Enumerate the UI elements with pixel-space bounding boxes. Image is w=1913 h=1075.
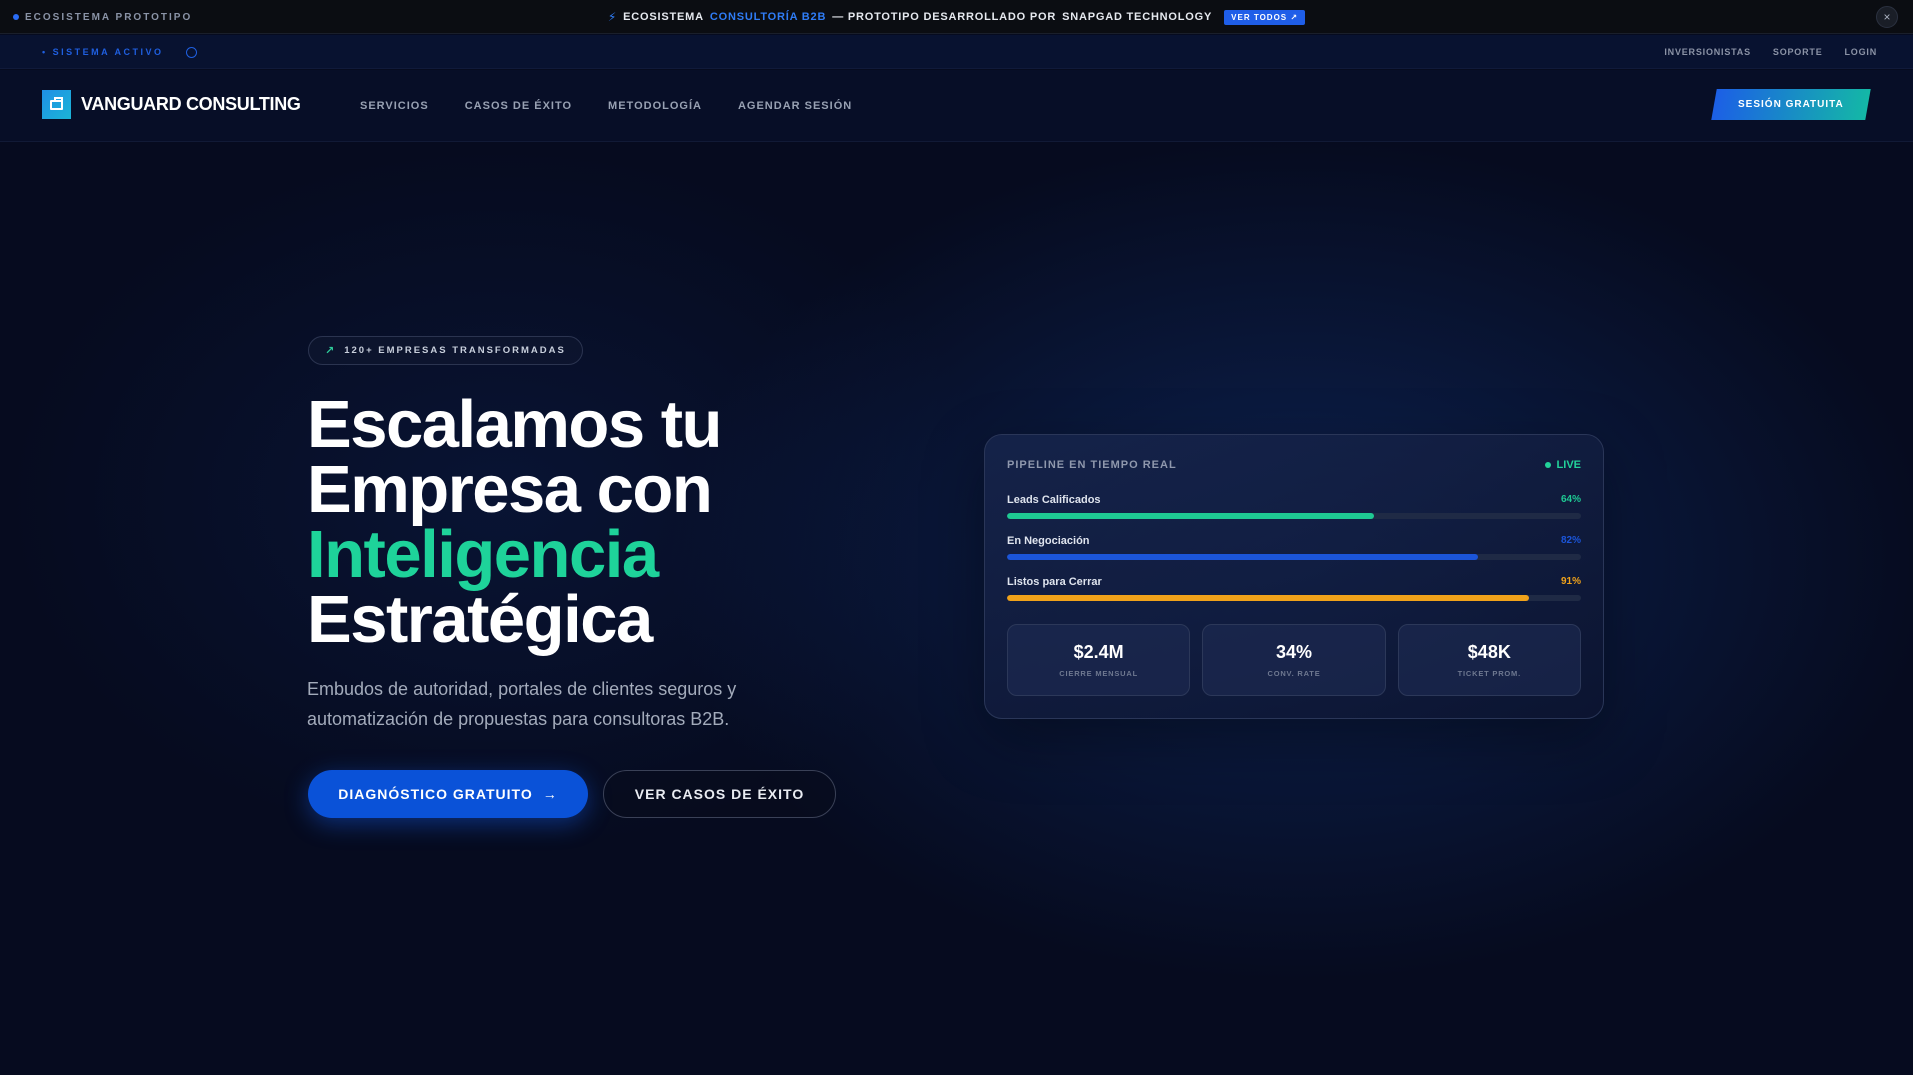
- utility-bar: • SISTEMA ACTIVO INVERSIONISTAS SOPORTE …: [0, 35, 1913, 69]
- announcement-prefix: ECOSISTEMA: [623, 11, 704, 23]
- nav-item-methodology[interactable]: METODOLOGÍA: [608, 100, 702, 112]
- metric-leads: Leads Calificados 64%: [1007, 494, 1581, 524]
- nav-links: SERVICIOS CASOS DE ÉXITO METODOLOGÍA AGE…: [360, 70, 852, 142]
- metric-negotiation: En Negociación 82%: [1007, 535, 1581, 565]
- stat-label: CIERRE MENSUAL: [1059, 669, 1139, 678]
- progress-fill: [1007, 554, 1478, 560]
- briefcase-icon: [42, 90, 71, 119]
- free-diagnostic-button[interactable]: DIAGNÓSTICO GRATUITO →: [308, 770, 588, 818]
- link-support[interactable]: SOPORTE: [1773, 47, 1823, 57]
- stat-value: $2.4M: [1073, 642, 1124, 662]
- landing-page: ECOSISTEMA PROTOTIPO ⚡ ECOSISTEMA CONSUL…: [0, 0, 1913, 1075]
- companies-badge-text: 120+ EMPRESAS TRANSFORMADAS: [344, 345, 566, 356]
- metric-ready-to-close: Listos para Cerrar 91%: [1007, 576, 1581, 606]
- stat-label: CONV. RATE: [1267, 669, 1321, 678]
- progress-track: [1007, 513, 1581, 519]
- metric-label: Listos para Cerrar: [1007, 576, 1102, 588]
- free-session-label: SESIÓN GRATUITA: [1738, 99, 1844, 110]
- companies-badge: ↗ 120+ EMPRESAS TRANSFORMADAS: [308, 336, 583, 365]
- view-all-button[interactable]: VER TODOS ↗: [1224, 9, 1306, 25]
- stat-average-ticket: $48K TICKET PROM.: [1397, 624, 1581, 696]
- bolt-icon: ⚡: [607, 10, 618, 24]
- link-investors[interactable]: INVERSIONISTAS: [1664, 47, 1751, 57]
- progress-track: [1007, 595, 1581, 601]
- progress-fill: [1007, 595, 1530, 601]
- pipeline-header: PIPELINE EN TIEMPO REAL LIVE: [1007, 459, 1581, 475]
- announcement-middle: — PROTOTIPO DESARROLLADO POR: [832, 11, 1057, 23]
- brand-name: VANGUARD CONSULTING: [81, 94, 301, 114]
- hero-title-highlight: Inteligencia: [307, 517, 659, 592]
- hero-title: Escalamos tu Empresa con Inteligencia Es…: [307, 391, 867, 653]
- arrow-right-icon: →: [542, 786, 558, 802]
- progress-fill: [1007, 513, 1375, 519]
- metric-percent: 64%: [1560, 494, 1581, 505]
- brand[interactable]: VANGUARD CONSULTING: [42, 90, 301, 119]
- announcement-bar: ECOSISTEMA PROTOTIPO ⚡ ECOSISTEMA CONSUL…: [0, 0, 1913, 34]
- nav-item-schedule[interactable]: AGENDAR SESIÓN: [738, 100, 852, 112]
- metric-label: Leads Calificados: [1007, 494, 1101, 506]
- stat-conversion-rate: 34% CONV. RATE: [1202, 624, 1386, 696]
- nav-item-services[interactable]: SERVICIOS: [360, 100, 429, 112]
- stat-value: 34%: [1275, 642, 1312, 662]
- system-status: • SISTEMA ACTIVO: [42, 35, 197, 69]
- stat-label: TICKET PROM.: [1457, 669, 1521, 678]
- hero-title-line1: Escalamos tu: [307, 387, 722, 462]
- metric-percent: 91%: [1560, 576, 1581, 587]
- stats-row: $2.4M CIERRE MENSUAL 34% CONV. RATE $48K…: [1007, 624, 1581, 696]
- close-icon[interactable]: ×: [1876, 6, 1898, 28]
- live-label: LIVE: [1556, 459, 1581, 471]
- view-cases-button[interactable]: VER CASOS DE ÉXITO: [603, 770, 836, 818]
- metric-percent: 82%: [1560, 535, 1581, 546]
- utility-links: INVERSIONISTAS SOPORTE LOGIN: [1664, 35, 1877, 69]
- stat-monthly-close: $2.4M CIERRE MENSUAL: [1007, 624, 1191, 696]
- hero-title-line2: Empresa con: [307, 452, 713, 527]
- live-dot-icon: [1544, 462, 1551, 468]
- pipeline-card: PIPELINE EN TIEMPO REAL LIVE Leads Calif…: [984, 434, 1604, 719]
- pipeline-title: PIPELINE EN TIEMPO REAL: [1007, 459, 1177, 471]
- free-session-button[interactable]: SESIÓN GRATUITA: [1711, 89, 1871, 120]
- announcement-brand: SNAPGAD TECHNOLOGY: [1062, 11, 1213, 23]
- globe-icon[interactable]: [185, 46, 197, 58]
- free-diagnostic-label: DIAGNÓSTICO GRATUITO: [338, 786, 533, 802]
- system-status-text: • SISTEMA ACTIVO: [42, 47, 164, 57]
- progress-track: [1007, 554, 1581, 560]
- stat-value: $48K: [1467, 642, 1511, 662]
- live-indicator: LIVE: [1544, 459, 1581, 471]
- nav-item-success-cases[interactable]: CASOS DE ÉXITO: [465, 100, 572, 112]
- announcement-text: ⚡ ECOSISTEMA CONSULTORÍA B2B — PROTOTIPO…: [0, 0, 1913, 34]
- hero-title-line4: Estratégica: [307, 582, 653, 657]
- metric-label: En Negociación: [1007, 535, 1090, 547]
- main-nav: VANGUARD CONSULTING SERVICIOS CASOS DE É…: [0, 70, 1913, 142]
- trending-up-icon: ↗: [325, 345, 337, 357]
- hero-subtitle: Embudos de autoridad, portales de client…: [307, 679, 737, 729]
- link-login[interactable]: LOGIN: [1845, 47, 1878, 57]
- announcement-accent: CONSULTORÍA B2B: [709, 11, 827, 23]
